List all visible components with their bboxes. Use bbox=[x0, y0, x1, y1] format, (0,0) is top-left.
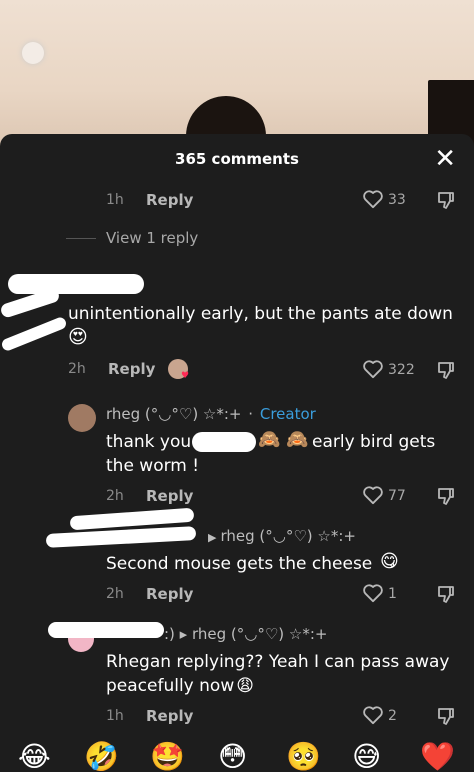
redaction-scribble bbox=[192, 432, 256, 452]
reply-to-label: ▶ rheg (°◡°♡) ☆*:+ bbox=[208, 527, 356, 545]
weary-emoji: 😩 bbox=[236, 676, 254, 696]
heart-icon[interactable] bbox=[362, 485, 384, 505]
video-background bbox=[0, 0, 474, 150]
dislike-icon[interactable] bbox=[436, 486, 456, 506]
flushed-emoji-button[interactable]: 😳 bbox=[218, 740, 247, 772]
liked-by-creator-icon: ♥ bbox=[181, 371, 190, 381]
like-count: 77 bbox=[388, 488, 406, 504]
reply-button[interactable]: Reply bbox=[146, 191, 193, 209]
dislike-icon[interactable] bbox=[436, 190, 456, 210]
reply-time: 1h bbox=[106, 708, 124, 724]
reply-text-line1: Rhegan replying?? Yeah I can pass away bbox=[106, 652, 450, 672]
heart-eyes-emoji: 😍 bbox=[68, 326, 88, 348]
like-count: 33 bbox=[388, 192, 406, 208]
avatar[interactable] bbox=[68, 404, 96, 432]
reply-button[interactable]: Reply bbox=[108, 360, 155, 378]
reply-text-line2: peacefully now 😩 bbox=[106, 674, 254, 698]
dislike-icon[interactable] bbox=[436, 584, 456, 604]
reply-text: Second mouse gets the cheese bbox=[106, 554, 373, 574]
sweat-smile-emoji-button[interactable]: 😅 bbox=[352, 740, 381, 772]
dislike-icon[interactable] bbox=[436, 360, 456, 380]
rofl-emoji-button[interactable]: 🤣 bbox=[84, 740, 119, 772]
monkey-emojis: 🙈 🙈 bbox=[258, 429, 309, 450]
pleading-emoji-button[interactable]: 🥺 bbox=[286, 740, 321, 772]
username-text: rheg (°◡°♡) ☆*:+ bbox=[106, 405, 242, 423]
ceiling-light bbox=[22, 42, 44, 64]
reply-button[interactable]: Reply bbox=[146, 487, 193, 505]
comment-time: 1h bbox=[106, 192, 124, 208]
heart-icon[interactable] bbox=[362, 359, 384, 379]
redaction-scribble bbox=[0, 315, 68, 353]
joy-emoji-button[interactable]: 😂 bbox=[18, 740, 51, 772]
creator-badge: Creator bbox=[259, 405, 316, 423]
reply-to-label[interactable]: :) ▸ rheg (°◡°♡) ☆*:+ bbox=[164, 625, 327, 643]
avatar[interactable] bbox=[68, 638, 94, 652]
reply-time: 2h bbox=[106, 586, 124, 602]
like-count: 1 bbox=[388, 586, 397, 602]
reply-text-line2: the worm ! bbox=[106, 456, 200, 476]
like-count: 322 bbox=[388, 362, 415, 378]
reply-to-user[interactable]: rheg (°◡°♡) ☆*:+ bbox=[220, 527, 356, 545]
comments-sheet: 365 comments ✕ 1h Reply 33 View 1 reply … bbox=[0, 134, 474, 772]
reply-text-b: early bird gets bbox=[312, 432, 436, 452]
comments-count-title: 365 comments bbox=[175, 150, 299, 168]
view-replies-link[interactable]: View 1 reply bbox=[106, 229, 198, 247]
comment-text: unintentionally early, but the pants ate… bbox=[68, 304, 453, 324]
emoji-quick-bar: 😂 🤣 🤩 😳 🥺 😅 ❤️ bbox=[0, 740, 474, 772]
redaction-scribble bbox=[48, 622, 164, 638]
reply-text-line2-text: peacefully now bbox=[106, 676, 235, 696]
separator-dot: · bbox=[248, 405, 254, 423]
like-count: 2 bbox=[388, 708, 397, 724]
redaction-scribble bbox=[45, 526, 197, 548]
caret-right-icon: ▶ bbox=[208, 531, 217, 544]
comment-time: 2h bbox=[68, 361, 86, 377]
close-icon[interactable]: ✕ bbox=[434, 146, 456, 172]
redaction-scribble bbox=[8, 274, 144, 294]
reply-username[interactable]: rheg (°◡°♡) ☆*:+ · Creator bbox=[106, 405, 316, 423]
sheet-header: 365 comments ✕ bbox=[0, 134, 474, 184]
divider-line bbox=[66, 238, 96, 239]
reply-text-a: thank you bbox=[106, 432, 192, 452]
heart-icon[interactable] bbox=[362, 583, 384, 603]
reply-button[interactable]: Reply bbox=[146, 707, 193, 725]
heart-icon[interactable] bbox=[362, 189, 384, 209]
star-struck-emoji-button[interactable]: 🤩 bbox=[150, 740, 185, 772]
reply-text: thank you bbox=[106, 430, 191, 454]
red-heart-emoji-button[interactable]: ❤️ bbox=[420, 740, 455, 772]
dislike-icon[interactable] bbox=[436, 706, 456, 726]
reply-time: 2h bbox=[106, 488, 124, 504]
heart-icon[interactable] bbox=[362, 705, 384, 725]
reply-button[interactable]: Reply bbox=[146, 585, 193, 603]
yum-emoji: 😋 bbox=[380, 551, 399, 572]
